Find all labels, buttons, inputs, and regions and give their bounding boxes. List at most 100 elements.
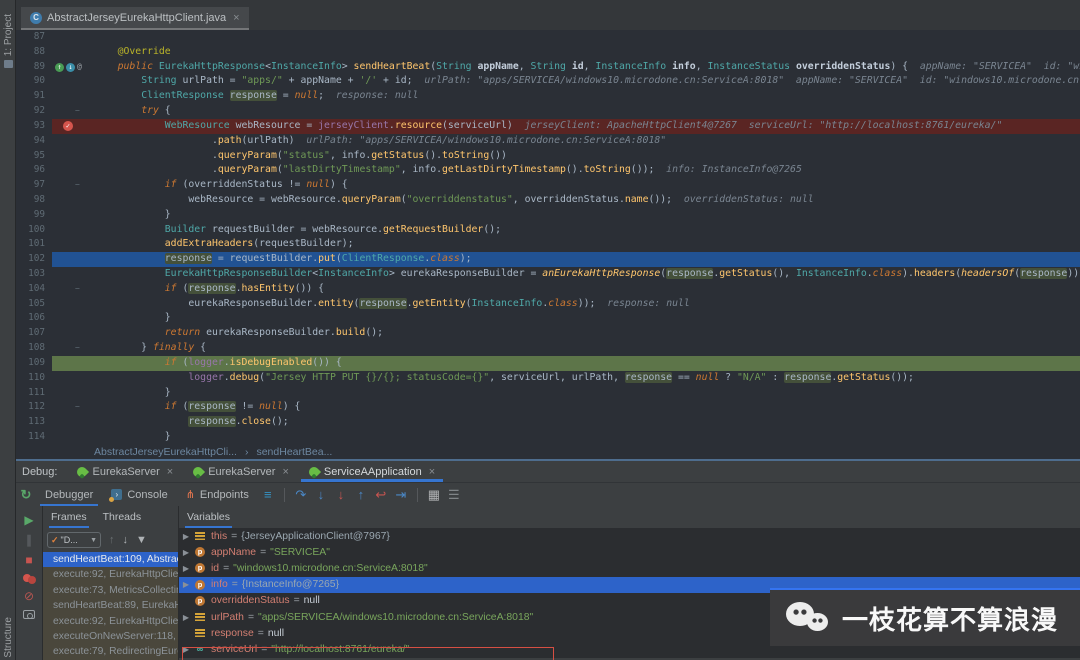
breadcrumb-file[interactable]: AbstractJerseyEurekaHttpCli... — [94, 446, 237, 458]
code-line-108[interactable]: 108− } finally { — [16, 341, 1080, 356]
code-line-114[interactable]: 114 } — [16, 430, 1080, 445]
mute-breakpoints-icon[interactable]: ⊘ — [24, 590, 34, 603]
tab-variables[interactable]: Variables — [179, 506, 238, 528]
code-line-104[interactable]: 104− if (response.hasEntity()) { — [16, 282, 1080, 297]
step-over-icon[interactable]: ↷ — [291, 487, 311, 503]
step-out-icon[interactable]: ↑ — [351, 487, 371, 502]
next-frame-icon[interactable]: ↓ — [123, 534, 129, 546]
run-tab-EurekaServer[interactable]: EurekaServer× — [67, 461, 183, 482]
stack-frame-row[interactable]: sendHeartBeat:109, Abstract — [43, 552, 178, 567]
filter-icon[interactable]: ▼ — [136, 534, 147, 546]
force-step-into-icon[interactable]: ↓ — [331, 487, 351, 502]
fold-marker-icon[interactable]: − — [75, 341, 80, 356]
drop-frame-icon[interactable]: ↩ — [371, 487, 391, 503]
run-to-cursor-icon[interactable]: ⇥ — [391, 487, 411, 503]
expand-arrow-icon[interactable]: ▶ — [179, 548, 193, 557]
expand-arrow-icon[interactable]: ▶ — [179, 645, 193, 654]
code-line-90[interactable]: 90 String urlPath = "apps/" + appName + … — [16, 74, 1080, 89]
code-line-105[interactable]: 105 eurekaResponseBuilder.entity(respons… — [16, 297, 1080, 312]
code-segment: (). — [566, 164, 584, 175]
evaluate-expression-icon[interactable]: ▦ — [424, 487, 444, 503]
expand-arrow-icon[interactable]: ▶ — [179, 580, 193, 589]
parameter-icon: p — [195, 563, 205, 573]
code-line-95[interactable]: 95 .queryParam("status", info.getStatus(… — [16, 149, 1080, 164]
code-line-112[interactable]: 112− if (response != null) { — [16, 400, 1080, 415]
gutter-icons: − — [52, 341, 86, 356]
implements-icon[interactable]: ↓ — [66, 63, 75, 72]
stack-frame-row[interactable]: sendHeartBeat:89, EurekaHtt — [43, 598, 178, 613]
stack-frame-row[interactable]: execute:92, EurekaHttpClient — [43, 567, 178, 582]
project-tool-button[interactable]: 1: Project — [0, 14, 16, 68]
expand-arrow-icon[interactable]: ▶ — [179, 613, 193, 622]
wechat-watermark: 一枝花算不算浪漫 — [770, 588, 1080, 646]
code-line-92[interactable]: 92− try { — [16, 104, 1080, 119]
stack-frame-row[interactable]: execute:92, EurekaHttpClient — [43, 614, 178, 629]
tab-console[interactable]: › Console — [102, 483, 176, 506]
view-breakpoints-icon[interactable] — [23, 574, 35, 583]
thread-dump-camera-icon[interactable] — [23, 610, 35, 619]
pause-icon[interactable]: ∥ — [26, 534, 32, 547]
overrides-icon[interactable]: ↑ — [55, 63, 64, 72]
breadcrumb-method[interactable]: sendHeartBea... — [256, 446, 332, 458]
tab-endpoints[interactable]: ⋔ Endpoints — [177, 483, 258, 506]
stop-icon[interactable]: ■ — [25, 554, 32, 567]
previous-frame-icon[interactable]: ↑ — [109, 534, 115, 546]
code-line-106[interactable]: 106 } — [16, 311, 1080, 326]
layout-menu-icon[interactable]: ≡ — [258, 487, 278, 502]
code-line-107[interactable]: 107 return eurekaResponseBuilder.build()… — [16, 326, 1080, 341]
code-line-93[interactable]: 93✓ WebResource webResource = jerseyClie… — [16, 119, 1080, 134]
close-icon[interactable]: × — [282, 466, 288, 478]
code-line-99[interactable]: 99 } — [16, 208, 1080, 223]
breakpoint-icon[interactable]: ✓ — [63, 121, 73, 131]
expand-arrow-icon[interactable]: ▶ — [179, 532, 193, 541]
layout-settings-icon[interactable]: ☰ — [444, 487, 464, 503]
code-line-88[interactable]: 88 @Override — [16, 45, 1080, 60]
run-tab-EurekaServer[interactable]: EurekaServer× — [183, 461, 299, 482]
rerun-icon[interactable]: ↻ — [16, 487, 36, 503]
code-line-96[interactable]: 96 .queryParam("lastDirtyTimestamp", inf… — [16, 163, 1080, 178]
stack-frame-row[interactable]: execute:73, MetricsCollecting — [43, 583, 178, 598]
gutter-icons — [52, 134, 86, 149]
code-line-100[interactable]: 100 Builder requestBuilder = webResource… — [16, 223, 1080, 238]
thread-dropdown[interactable]: ✓ "D... ▼ — [47, 532, 101, 548]
resume-icon[interactable]: ▶ — [24, 514, 33, 527]
fold-marker-icon[interactable]: − — [75, 178, 80, 193]
tab-frames[interactable]: Frames — [43, 506, 95, 528]
gutter-icons — [52, 252, 86, 267]
fold-marker-icon[interactable]: − — [75, 282, 80, 297]
code-line-87[interactable]: 87 — [16, 30, 1080, 45]
editor-tab[interactable]: C AbstractJerseyEurekaHttpClient.java × — [21, 7, 249, 30]
code-line-89[interactable]: 89↑↓@ public EurekaHttpResponse<Instance… — [16, 60, 1080, 75]
close-icon[interactable]: × — [167, 466, 173, 478]
tab-threads[interactable]: Threads — [95, 506, 150, 528]
code-line-97[interactable]: 97− if (overriddenStatus != null) { — [16, 178, 1080, 193]
step-into-icon[interactable]: ↓ — [311, 487, 331, 502]
ide-window: 1: Project Structure C AbstractJerseyEur… — [0, 0, 1080, 660]
fold-marker-icon[interactable]: − — [75, 104, 80, 119]
run-tab-ServiceAApplication[interactable]: ServiceAApplication× — [299, 461, 445, 482]
close-icon[interactable]: × — [429, 466, 435, 478]
close-icon[interactable]: × — [233, 12, 239, 24]
code-line-111[interactable]: 111 } — [16, 386, 1080, 401]
stack-frame-row[interactable]: executeOnNewServer:118, R — [43, 629, 178, 644]
code-line-98[interactable]: 98 webResource = webResource.queryParam(… — [16, 193, 1080, 208]
frames-tabs: Frames Threads — [43, 506, 178, 528]
code-line-103[interactable]: 103 EurekaHttpResponseBuilder<InstanceIn… — [16, 267, 1080, 282]
stack-frame-row[interactable]: execute:79, RedirectingEurek — [43, 644, 178, 659]
variable-row[interactable]: ▶pid="windows10.microdone.cn:ServiceA:80… — [179, 560, 1080, 576]
code-line-91[interactable]: 91 ClientResponse response = null; respo… — [16, 89, 1080, 104]
code-line-101[interactable]: 101 addExtraHeaders(requestBuilder); — [16, 237, 1080, 252]
code-line-110[interactable]: 110 logger.debug("Jersey HTTP PUT {}/{};… — [16, 371, 1080, 386]
structure-tool-button[interactable]: Structure — [0, 617, 16, 658]
fold-marker-icon[interactable]: − — [75, 400, 80, 415]
code-line-102[interactable]: 102 response = requestBuilder.put(Client… — [16, 252, 1080, 267]
code-editor[interactable]: 8788 @Override89↑↓@ public EurekaHttpRes… — [16, 30, 1080, 445]
code-line-113[interactable]: 113 response.close(); — [16, 415, 1080, 430]
variable-row[interactable]: ▶this={JerseyApplicationClient@7967} — [179, 528, 1080, 544]
code-line-109[interactable]: 109 if (logger.isDebugEnabled()) { — [16, 356, 1080, 371]
expand-arrow-icon[interactable]: ▶ — [179, 564, 193, 573]
variable-row[interactable]: ▶pappName="SERVICEA" — [179, 544, 1080, 560]
variable-value: "windows10.microdone.cn:ServiceA:8018" — [233, 563, 428, 574]
code-line-94[interactable]: 94 .path(urlPath) urlPath: "apps/SERVICE… — [16, 134, 1080, 149]
tab-debugger[interactable]: Debugger — [36, 483, 102, 506]
